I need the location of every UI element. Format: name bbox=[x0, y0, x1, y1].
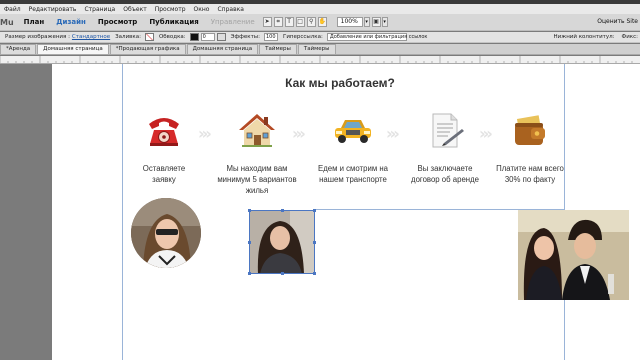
effects-label: Эффекты: bbox=[230, 34, 260, 40]
resize-handle[interactable] bbox=[248, 272, 251, 275]
resize-handle[interactable] bbox=[313, 272, 316, 275]
mode-preview[interactable]: Просмотр bbox=[92, 18, 143, 26]
mode-toolbar: Mu План Дизайн Просмотр Публикация Управ… bbox=[0, 14, 640, 31]
tab-selling-graphics[interactable]: *Продающая графика bbox=[109, 44, 186, 54]
tab-timers[interactable]: Таймеры bbox=[259, 44, 297, 54]
menu-file[interactable]: Файл bbox=[0, 6, 25, 13]
view-mode-dropdown-icon[interactable]: ▾ bbox=[381, 17, 388, 27]
step-5-caption: Платите нам всего 30% по факту bbox=[483, 163, 577, 185]
properties-bar: Размер изображения : Стандартное Заливка… bbox=[0, 32, 640, 43]
horizontal-ruler[interactable] bbox=[0, 56, 640, 64]
step-3-caption: Едем и смотрим на нашем транспорте bbox=[306, 163, 400, 185]
step-4-line-2: договор об аренде bbox=[411, 175, 479, 184]
step-5[interactable]: Платите нам всего 30% по факту bbox=[483, 110, 577, 185]
app-logo: Mu bbox=[0, 17, 14, 27]
menu-object[interactable]: Объект bbox=[119, 6, 150, 13]
hand-tool-icon[interactable]: ✋ bbox=[317, 17, 327, 27]
resize-handle[interactable] bbox=[281, 209, 284, 212]
crop-tool-icon[interactable]: ⌗ bbox=[273, 17, 283, 27]
step-1-line-1: Оставляете bbox=[142, 164, 186, 173]
mode-plan[interactable]: План bbox=[18, 18, 51, 26]
image-size-value[interactable]: Стандартное bbox=[72, 34, 110, 40]
tab-home-page[interactable]: Домашняя страница bbox=[186, 44, 259, 54]
resize-handle[interactable] bbox=[313, 209, 316, 212]
image-selection-frame[interactable] bbox=[248, 209, 316, 275]
column-guide-left bbox=[122, 64, 123, 360]
step-5-line-1: Платите нам всего bbox=[496, 164, 564, 173]
mode-publish[interactable]: Публикация bbox=[143, 18, 204, 26]
rectangle-tool-icon[interactable]: □ bbox=[295, 17, 305, 27]
stroke-swatch[interactable] bbox=[189, 33, 199, 41]
contract-document-icon bbox=[424, 110, 466, 150]
step-2-line-1: Мы находим вам bbox=[226, 164, 288, 173]
hyperlink-label: Гиперссылка: bbox=[282, 34, 323, 40]
step-4-line-1: Вы заключаете bbox=[417, 164, 473, 173]
menu-help[interactable]: Справка bbox=[213, 6, 247, 13]
footer-checkbox-label[interactable]: Нижний колонтитул: bbox=[549, 34, 617, 40]
step-4-caption: Вы заключаете договор об аренде bbox=[398, 163, 492, 185]
step-3[interactable]: Едем и смотрим на нашем транспорте bbox=[306, 110, 400, 185]
zoom-dropdown-icon[interactable]: ▾ bbox=[363, 17, 370, 27]
stroke-label: Обводка: bbox=[158, 34, 186, 40]
zoom-select[interactable]: 100% bbox=[336, 17, 363, 27]
zoom-tool-icon[interactable]: ⚲ bbox=[306, 17, 316, 27]
step-2-caption: Мы находим вам минимум 5 вариантов жилья bbox=[210, 163, 304, 196]
resize-handle[interactable] bbox=[281, 272, 284, 275]
couple-photo[interactable] bbox=[518, 210, 629, 300]
tab-arenda[interactable]: *Аренда bbox=[0, 44, 37, 54]
taxi-car-icon bbox=[332, 110, 374, 150]
tab-home-page-active[interactable]: Домашняя страница bbox=[37, 44, 109, 54]
stroke-width-input[interactable]: 0 bbox=[200, 33, 215, 41]
step-3-line-2: нашем транспорте bbox=[319, 175, 387, 184]
selection-tool-icon[interactable]: ➤ bbox=[262, 17, 272, 27]
document-tabs: *Аренда Домашняя страница *Продающая гра… bbox=[0, 44, 640, 55]
rate-site-link[interactable]: Оценить Site bbox=[597, 18, 638, 25]
fill-label: Заливка: bbox=[115, 34, 141, 40]
red-telephone-icon bbox=[143, 110, 185, 150]
menu-bar: Файл Редактировать Страница Объект Просм… bbox=[0, 4, 640, 14]
section-heading[interactable]: Как мы работаем? bbox=[250, 76, 430, 90]
mode-design[interactable]: Дизайн bbox=[50, 18, 92, 26]
stroke-style-icon[interactable] bbox=[216, 33, 226, 41]
step-2-line-3: жилья bbox=[245, 186, 269, 195]
menu-view[interactable]: Просмотр bbox=[151, 6, 190, 13]
resize-handle[interactable] bbox=[248, 209, 251, 212]
view-mode-icon[interactable]: ▣ bbox=[371, 17, 381, 27]
step-1[interactable]: Оставляете заявку bbox=[117, 110, 211, 185]
step-3-line-1: Едем и смотрим на bbox=[318, 164, 388, 173]
wallet-icon bbox=[509, 110, 551, 150]
step-2-line-2: минимум 5 вариантов bbox=[217, 175, 297, 184]
resize-handle[interactable] bbox=[248, 241, 251, 244]
tab-timers-2[interactable]: Таймеры bbox=[297, 44, 336, 54]
step-1-caption: Оставляете заявку bbox=[117, 163, 211, 185]
menu-page[interactable]: Страница bbox=[80, 6, 119, 13]
step-4[interactable]: Вы заключаете договор об аренде bbox=[398, 110, 492, 185]
step-1-line-2: заявку bbox=[152, 175, 176, 184]
muse-app-window: Файл Редактировать Страница Объект Просм… bbox=[0, 0, 640, 360]
resize-handle[interactable] bbox=[313, 241, 316, 244]
hyperlink-input[interactable]: Добавление или фильтрация ссылок bbox=[326, 33, 427, 41]
mode-manage: Управление bbox=[210, 18, 255, 26]
fill-swatch[interactable] bbox=[144, 33, 154, 41]
step-5-line-2: 30% по факту bbox=[504, 175, 556, 184]
fix-label: Фикс: bbox=[621, 34, 638, 40]
round-portrait-photo[interactable] bbox=[131, 198, 201, 268]
menu-window[interactable]: Окно bbox=[190, 6, 214, 13]
house-icon bbox=[236, 110, 278, 150]
image-size-label: Размер изображения : bbox=[5, 34, 70, 40]
menu-edit[interactable]: Редактировать bbox=[25, 6, 81, 13]
step-2[interactable]: Мы находим вам минимум 5 вариантов жилья bbox=[210, 110, 304, 196]
text-tool-icon[interactable]: T bbox=[284, 17, 294, 27]
effects-input[interactable]: 100 bbox=[263, 33, 278, 41]
